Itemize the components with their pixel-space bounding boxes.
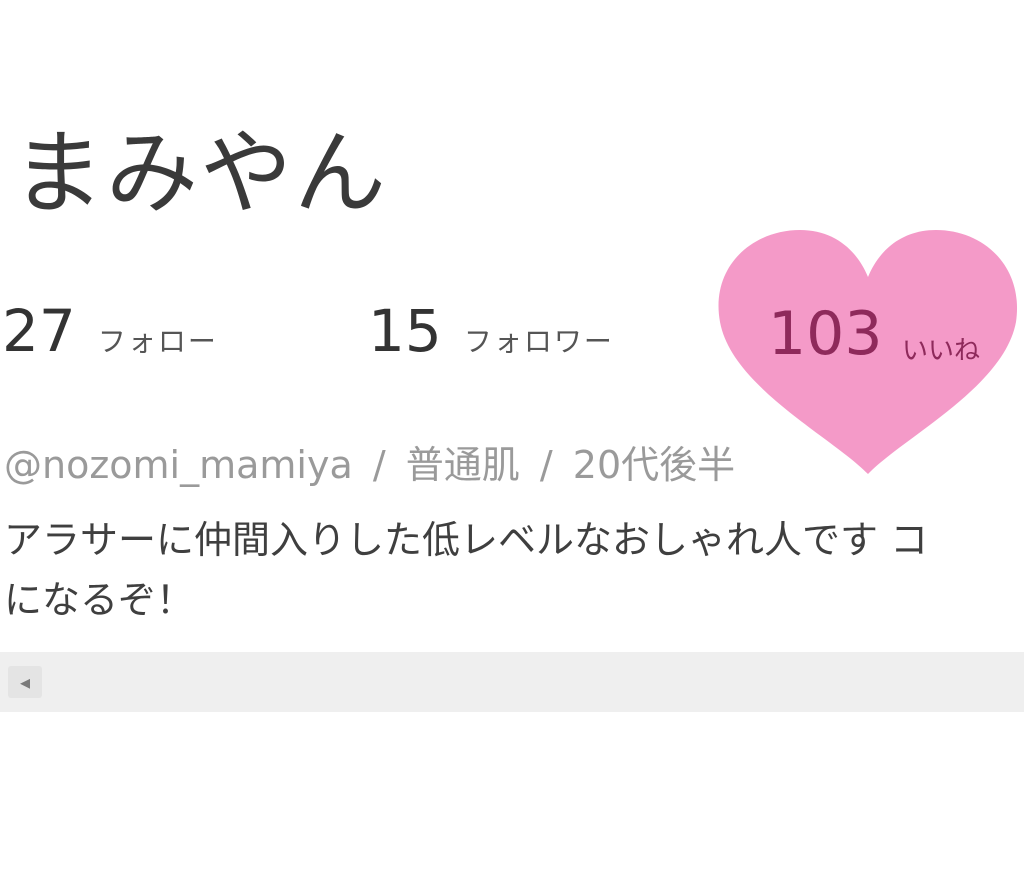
profile-name: まみやん: [12, 120, 389, 227]
horizontal-scrollbar[interactable]: ◂: [0, 652, 1024, 712]
meta-separator: /: [372, 443, 386, 487]
follower-stat[interactable]: 15 フォロワー: [368, 302, 614, 360]
bio-line-2: になるぞ！: [4, 578, 195, 622]
follow-label: フォロー: [97, 325, 218, 358]
scroll-left-button[interactable]: ◂: [8, 666, 42, 698]
follower-label: フォロワー: [463, 325, 614, 358]
bio-line-1: アラサーに仲間入りした低レベルなおしゃれ人です コ: [4, 518, 929, 562]
likes-count: 103: [768, 299, 883, 369]
follow-count: 27: [2, 297, 76, 365]
meta-separator: /: [539, 443, 553, 487]
skin-type: 普通肌: [405, 443, 520, 487]
age-group: 20代後半: [572, 443, 736, 487]
chevron-left-icon: ◂: [19, 670, 31, 694]
profile-meta: @nozomi_mamiya / 普通肌 / 20代後半: [4, 434, 735, 489]
likes-heart-badge[interactable]: 103 いいね: [712, 222, 1024, 484]
follow-stat[interactable]: 27 フォロー: [2, 302, 218, 360]
user-handle: @nozomi_mamiya: [4, 443, 353, 487]
follower-count: 15: [368, 297, 442, 365]
profile-bio: アラサーに仲間入りした低レベルなおしゃれ人です コ になるぞ！: [4, 510, 1024, 630]
likes-label: いいね: [902, 336, 981, 366]
